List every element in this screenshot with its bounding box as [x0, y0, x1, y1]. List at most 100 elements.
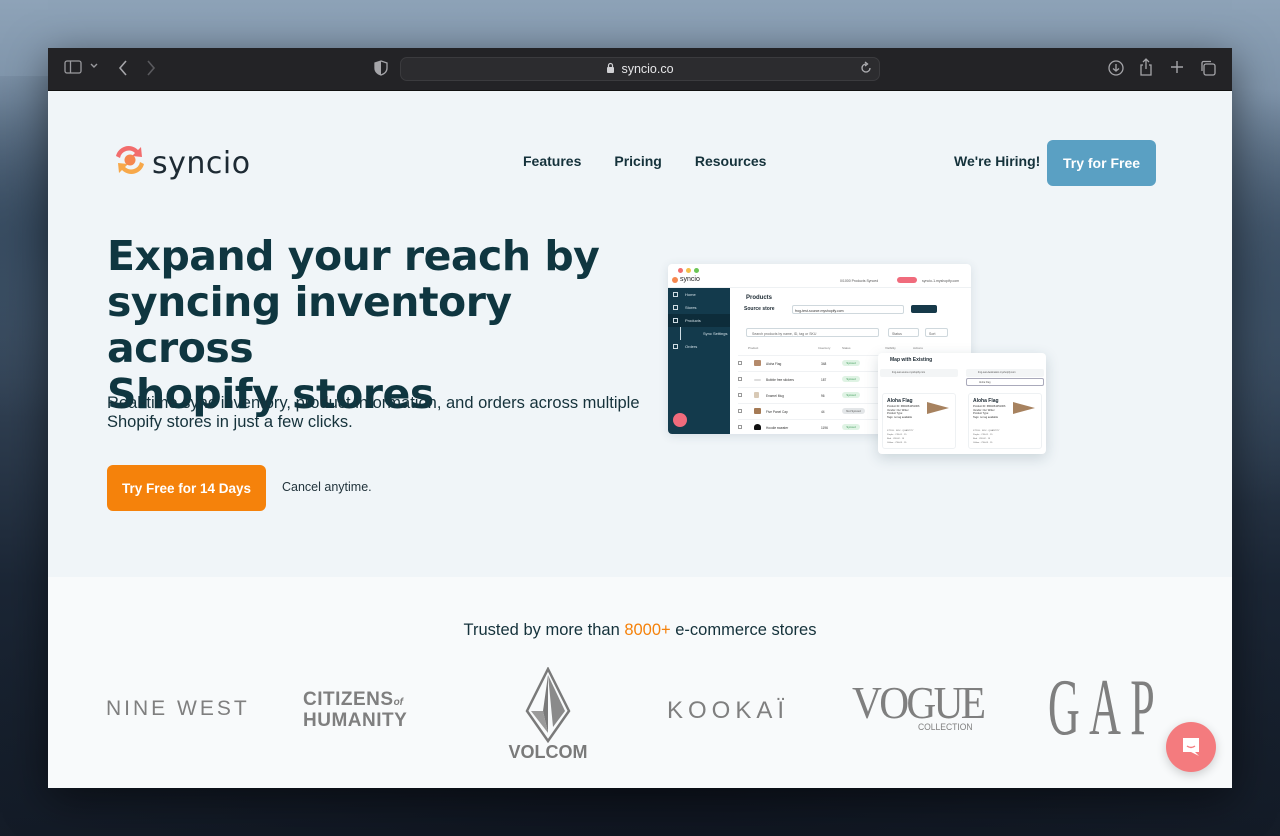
browser-toolbar: syncio.co	[48, 48, 1232, 91]
coh-line-2: HUMANITY	[303, 710, 408, 731]
mock-checkbox	[738, 409, 742, 413]
mock-row-status: Not Synced	[842, 408, 865, 414]
mock-checkbox	[738, 425, 742, 429]
browser-window: syncio.co syncio Features Pricing Resour…	[48, 48, 1232, 788]
mock-destination-badge	[897, 277, 917, 283]
mock-col: Actions	[913, 346, 923, 350]
product-thumb	[754, 424, 761, 430]
product-thumb	[754, 379, 761, 381]
download-icon[interactable]	[1108, 60, 1124, 76]
sidebar-icon[interactable]	[64, 60, 82, 74]
popup-right-store: frog-test-destination.myshopify.com	[966, 369, 1044, 377]
mock-row-name: Enamel Mug	[766, 394, 784, 398]
mock-checkbox	[738, 393, 742, 397]
web-page: syncio Features Pricing Resources We're …	[48, 91, 1232, 788]
mock-chat-icon	[673, 413, 687, 427]
orders-icon	[673, 344, 678, 349]
address-bar[interactable]: syncio.co	[400, 57, 880, 81]
product-thumb	[754, 360, 761, 366]
hero-subheading: Real-time sync inventory, product inform…	[107, 394, 640, 431]
mock-search: Search products by name, ID, tag or SKU	[746, 328, 879, 337]
new-tab-icon[interactable]	[1170, 60, 1184, 74]
map-existing-popup: Map with Existing frog-test-source.mysho…	[878, 353, 1046, 454]
popup-title: Map with Existing	[890, 357, 933, 363]
syncio-logo[interactable]: syncio	[112, 140, 251, 186]
mock-checkbox	[738, 377, 742, 381]
mock-title: Products	[746, 295, 773, 301]
product-thumb	[754, 408, 761, 414]
vogue-collection-logo: VOGUE COLLECTION	[852, 680, 986, 733]
url-text: syncio.co	[621, 62, 674, 76]
mock-logo-icon	[672, 276, 678, 283]
citizens-of-humanity-logo: CITIZENSof HUMANITY	[303, 689, 408, 731]
nav-links: Features Pricing Resources	[523, 153, 766, 169]
chevron-down-icon[interactable]	[90, 63, 98, 69]
mock-row-inv: 44	[821, 410, 825, 414]
mock-source-select: frog-test-source.myshopify.com	[792, 305, 904, 314]
mock-col: Inventory	[818, 346, 831, 350]
popup-variant-table: STYLE · SKU · QUANTITY Purple · CW-01 · …	[887, 429, 951, 445]
mock-nav-label: Sync Settings	[703, 331, 728, 336]
mock-row-name: Hoodie sweater	[766, 426, 789, 430]
dot-red	[678, 268, 683, 273]
meta-line: Tags: no tag available	[887, 415, 913, 419]
mock-nav-label: Home	[685, 292, 696, 297]
popup-search: Aloha Flag	[966, 378, 1044, 386]
mock-row-status: Synced	[842, 392, 860, 398]
mock-sidebar: Home Stores Products Sync Settings Order…	[668, 288, 730, 434]
mock-col: Product	[748, 346, 759, 350]
sync-logo-icon	[112, 138, 148, 189]
mock-checkbox	[738, 361, 742, 365]
mock-source-label: Source store	[744, 306, 775, 312]
products-icon	[673, 318, 678, 323]
mock-sort: Sort	[925, 328, 948, 337]
mock-row-inv: 96	[821, 394, 825, 398]
back-icon[interactable]	[118, 60, 128, 76]
nav-features[interactable]: Features	[523, 153, 581, 169]
tabs-overview-icon[interactable]	[1200, 60, 1216, 76]
mock-logo: syncio	[672, 276, 700, 283]
chat-widget-button[interactable]	[1166, 722, 1216, 772]
trusted-prefix: Trusted by more than	[463, 621, 625, 639]
volcom-logo: VOLCOM	[503, 666, 593, 763]
mock-col: Status	[842, 346, 851, 350]
reload-icon[interactable]	[859, 61, 873, 78]
mock-nav-item: Orders	[668, 340, 730, 353]
mock-status-filter: Status	[888, 328, 919, 337]
mock-user: syncio-1.myshopify.com	[922, 279, 960, 283]
trusted-suffix: e-commerce stores	[670, 621, 817, 639]
mock-nav-label: Orders	[685, 344, 698, 349]
gap-logo: GAP	[1048, 664, 1165, 752]
try-free-14-days-button[interactable]: Try Free for 14 Days	[107, 465, 266, 511]
share-icon[interactable]	[1139, 58, 1153, 76]
hero-section: syncio Features Pricing Resources We're …	[48, 91, 1232, 577]
try-for-free-button[interactable]: Try for Free	[1047, 140, 1156, 186]
nav-pricing[interactable]: Pricing	[614, 153, 661, 169]
mock-bulk-button	[911, 305, 937, 313]
mock-nav-label: Products	[685, 318, 701, 323]
mock-nav-item: Sync Settings	[680, 327, 730, 340]
kookai-logo: KOOKAÏ	[667, 697, 790, 724]
popup-variant-table: STYLE · SKU · QUANTITY Purple · CW-01 · …	[973, 429, 1037, 445]
nine-west-logo: NINE WEST	[106, 697, 250, 720]
mock-header: syncio 0/1000 Products Synced syncio-1.m…	[668, 264, 971, 288]
popup-product-card: Aloha Flag Product ID: 6804061051006 Ven…	[968, 393, 1042, 449]
product-thumb	[754, 392, 759, 398]
nav-resources[interactable]: Resources	[695, 153, 767, 169]
mock-brand: syncio	[680, 276, 700, 283]
privacy-shield-icon[interactable]	[374, 60, 388, 76]
mock-nav-item: Stores	[668, 301, 730, 314]
coh-of: of	[393, 697, 404, 708]
mock-row-status: Synced	[842, 424, 860, 430]
popup-product-card: Aloha Flag Product ID: 6804061051006 Ven…	[882, 393, 956, 449]
home-icon	[673, 292, 678, 297]
cancel-note: Cancel anytime.	[282, 480, 372, 494]
mock-row-name: Five Panel Cap	[766, 410, 788, 414]
volcom-text: VOLCOM	[508, 742, 588, 762]
headline-line: syncing inventory across	[107, 278, 512, 372]
coh-line-1: CITIZENS	[303, 689, 394, 710]
mock-row-status: Synced	[842, 376, 860, 382]
hiring-link[interactable]: We're Hiring!	[954, 153, 1040, 169]
forward-icon[interactable]	[146, 60, 156, 76]
mock-row-inv: 187	[821, 378, 827, 382]
